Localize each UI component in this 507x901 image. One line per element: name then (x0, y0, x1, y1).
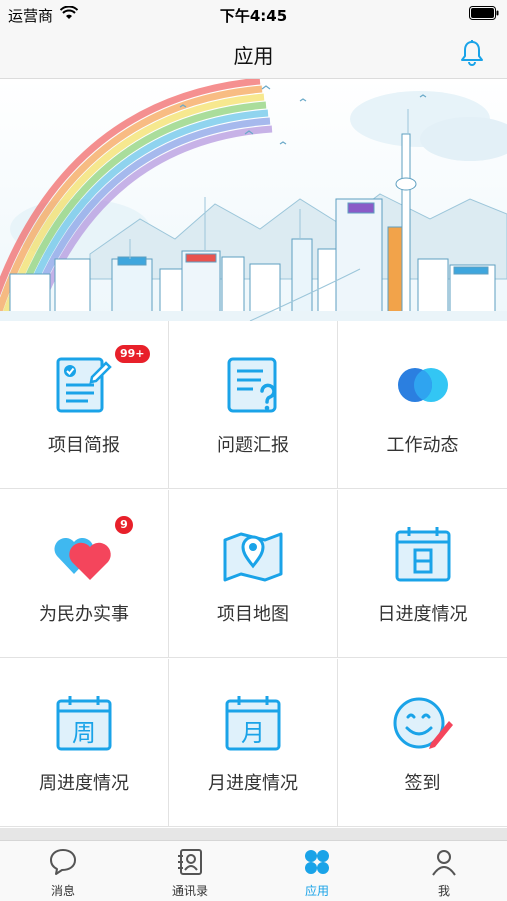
battery-icon (469, 6, 499, 20)
app-tile-public-service[interactable]: 9 为民办实事 (0, 490, 169, 658)
status-bar: 运营商 下午4:45 (0, 0, 507, 28)
smiley-pen-icon (393, 697, 453, 749)
nav-bar: 应用 (0, 28, 507, 79)
app-tile-label: 周进度情况 (39, 773, 129, 794)
status-time: 下午4:45 (219, 7, 288, 25)
app-tile-label: 问题汇报 (217, 435, 289, 456)
app-tile-weekly-progress[interactable]: 周 周进度情况 (0, 659, 169, 827)
chat-bubble-icon (50, 849, 76, 875)
app-tile-label: 项目地图 (217, 604, 289, 625)
contacts-book-icon (178, 849, 202, 875)
tab-label: 通讯录 (171, 884, 208, 898)
app-grid: 99+ 项目简报 问题汇报 工作动态 9 为民办实事 项目地图 日进度情况 周 … (0, 321, 507, 828)
app-tile-daily-progress[interactable]: 日进度情况 (338, 490, 507, 658)
calendar-day-icon (395, 527, 450, 582)
tab-bar: 消息 通讯录 应用 我 (0, 840, 507, 901)
badge-count: 99+ (115, 345, 150, 363)
map-pin-icon (223, 532, 283, 582)
calendar-month-icon: 月 (225, 696, 281, 751)
hearts-icon (54, 537, 111, 580)
tab-contacts[interactable]: 通讯录 (127, 841, 253, 901)
calendar-glyph: 月 (241, 719, 265, 747)
app-tile-project-brief[interactable]: 99+ 项目简报 (0, 321, 169, 489)
app-tile-monthly-progress[interactable]: 月 月进度情况 (169, 659, 338, 827)
app-tile-label: 为民办实事 (39, 604, 129, 625)
badge-count: 9 (115, 516, 133, 534)
app-tile-work-updates[interactable]: 工作动态 (338, 321, 507, 489)
app-tile-label: 签到 (404, 773, 441, 794)
tab-me[interactable]: 我 (381, 841, 507, 901)
tab-label: 消息 (50, 884, 75, 898)
banner-image (0, 79, 507, 321)
section-divider (0, 828, 507, 840)
document-edit-icon (56, 357, 112, 413)
app-tile-label: 项目简报 (48, 435, 120, 456)
app-tile-label: 月进度情况 (208, 773, 298, 794)
city-rainbow-illustration (0, 79, 507, 321)
tab-messages[interactable]: 消息 (0, 841, 126, 901)
apps-grid-icon (305, 850, 329, 874)
person-icon (432, 850, 456, 876)
tab-apps[interactable]: 应用 (254, 841, 380, 901)
page-title: 应用 (233, 44, 274, 68)
calendar-glyph: 周 (72, 719, 96, 747)
question-doc-icon (227, 357, 277, 413)
app-tile-label: 工作动态 (386, 435, 459, 456)
calendar-week-icon: 周 (56, 696, 112, 751)
app-tile-label: 日进度情况 (377, 604, 468, 625)
tab-label: 我 (437, 884, 450, 898)
tab-label: 应用 (304, 884, 329, 898)
app-tile-check-in[interactable]: 签到 (338, 659, 507, 827)
bell-icon[interactable] (459, 39, 485, 67)
app-tile-issue-report[interactable]: 问题汇报 (169, 321, 338, 489)
app-tile-project-map[interactable]: 项目地图 (169, 490, 338, 658)
overlap-circles-icon (397, 368, 448, 402)
